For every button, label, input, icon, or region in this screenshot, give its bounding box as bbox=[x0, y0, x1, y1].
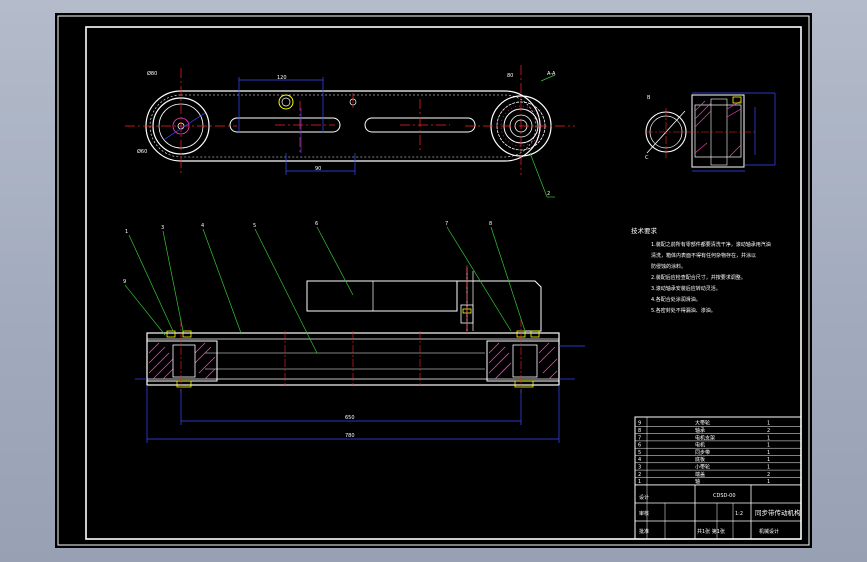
motor bbox=[306, 280, 458, 312]
note-line-5: 3.滚动轴承安装后应转动灵活。 bbox=[651, 285, 721, 292]
parts-row-qty: 2 bbox=[767, 472, 770, 478]
parts-row-name: 轴承 bbox=[695, 427, 705, 434]
parts-row-qty: 1 bbox=[767, 465, 770, 471]
parts-row-name: 轴 bbox=[695, 478, 700, 485]
title-block: 9 大带轮 18 轴承 27 电机支架 16 电机 15 同步带 14 底板 13 小带轮 12 端盖 21 轴 1… bbox=[634, 416, 802, 540]
parts-row-name: 小带轮 bbox=[695, 464, 710, 471]
notes-title: 技术要求 bbox=[631, 226, 658, 235]
parts-row-qty: 1 bbox=[767, 421, 770, 427]
title-block-scale: 1:2 bbox=[735, 511, 743, 517]
part-label-5: 5 bbox=[253, 223, 256, 229]
parts-row-no: 3 bbox=[638, 465, 641, 471]
title-block-name: 同步带传动机构 bbox=[755, 508, 801, 517]
dim-120: 120 bbox=[277, 75, 287, 81]
parts-row-name: 同步带 bbox=[695, 450, 710, 456]
title-block-drawn: 设计 bbox=[639, 494, 649, 501]
section-label-a: A-A bbox=[547, 71, 556, 77]
title-block-approved: 批准 bbox=[639, 528, 649, 535]
note-line-4: 2.装配后应检查配合尺寸，并按要求调整。 bbox=[651, 274, 746, 281]
parts-row-no: 7 bbox=[638, 435, 641, 441]
drawing-sheet: 120 90 Ø80 Ø60 80 2 A-A B C 650 780 1 3 … bbox=[57, 15, 810, 546]
parts-row-qty: 1 bbox=[767, 457, 770, 463]
parts-row-qty: 1 bbox=[767, 435, 770, 441]
title-block-code: CDSD-00 bbox=[713, 493, 736, 499]
part-label-8: 8 bbox=[489, 221, 492, 227]
part-label-7: 7 bbox=[445, 221, 448, 227]
parts-row-no: 2 bbox=[638, 472, 641, 478]
front-view: 650 780 1 3 4 5 6 7 8 9 bbox=[123, 221, 585, 443]
note-line-2: 清洗，箱体内表面不得有任何杂物存在，并涂以 bbox=[651, 252, 756, 259]
side-view: B C bbox=[645, 92, 776, 172]
parts-row-no: 8 bbox=[638, 428, 641, 434]
note-line-1: 1.装配之前所有零部件都要清洗干净，滚动轴承用汽油 bbox=[651, 241, 771, 248]
parts-row-no: 4 bbox=[638, 457, 641, 463]
parts-row-no: 1 bbox=[638, 479, 641, 485]
parts-row-name: 端盖 bbox=[695, 471, 705, 478]
parts-row-name: 底板 bbox=[695, 456, 705, 463]
part-label-4: 4 bbox=[201, 223, 204, 229]
dim-dia60: Ø60 bbox=[137, 148, 147, 155]
part-label-3: 3 bbox=[161, 225, 164, 231]
note-line-6: 4.各配合处涂润滑油。 bbox=[651, 296, 701, 303]
cad-drawing-canvas: 120 90 Ø80 Ø60 80 2 A-A B C 650 780 1 3 … bbox=[55, 13, 812, 548]
note-line-3: 防侵蚀的涂料。 bbox=[651, 263, 686, 270]
title-block-checked: 审核 bbox=[639, 510, 649, 517]
parts-row-qty: 1 bbox=[767, 479, 770, 485]
parts-row-name: 电机支架 bbox=[695, 434, 715, 441]
parts-row-qty: 1 bbox=[767, 450, 770, 456]
dim-650: 650 bbox=[345, 415, 355, 421]
title-block-parts-list: 9 大带轮 18 轴承 27 电机支架 16 电机 15 同步带 14 底板 13 小带轮 12 端盖 21 轴 1 bbox=[635, 420, 801, 485]
top-view: 120 90 Ø80 Ø60 80 2 A-A bbox=[125, 65, 575, 198]
part-label-2: 2 bbox=[547, 191, 550, 197]
dim-dia80: Ø80 bbox=[147, 70, 157, 77]
part-label-6: 6 bbox=[315, 221, 318, 227]
parts-row-name: 电机 bbox=[695, 442, 705, 449]
note-line-7: 5.各密封处不得漏油、渗油。 bbox=[651, 307, 716, 314]
dim-780: 780 bbox=[345, 433, 355, 439]
part-label-9: 9 bbox=[123, 279, 126, 285]
section-label-b: B bbox=[647, 95, 651, 101]
dim-80: 80 bbox=[507, 73, 513, 79]
parts-row-name: 大带轮 bbox=[695, 420, 710, 427]
title-block-school: 机械设计 bbox=[759, 528, 779, 535]
parts-row-qty: 1 bbox=[767, 443, 770, 449]
title-block-sheet: 共1张 第1张 bbox=[697, 528, 725, 535]
section-label-c: C bbox=[645, 155, 649, 161]
parts-row-no: 6 bbox=[638, 443, 641, 449]
inner-frame bbox=[85, 26, 802, 540]
dim-90: 90 bbox=[315, 166, 321, 172]
parts-row-no: 5 bbox=[638, 450, 641, 456]
parts-row-qty: 2 bbox=[767, 428, 770, 434]
part-label-1: 1 bbox=[125, 229, 128, 235]
technical-notes: 技术要求 1.装配之前所有零部件都要清洗干净，滚动轴承用汽油 清洗，箱体内表面不… bbox=[631, 226, 771, 314]
parts-row-no: 9 bbox=[638, 421, 641, 427]
